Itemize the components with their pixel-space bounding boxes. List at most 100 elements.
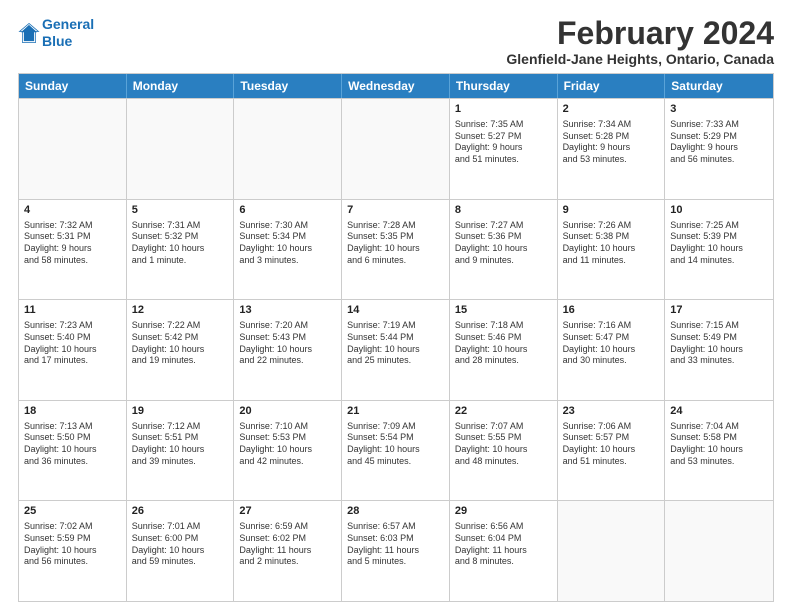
cal-cell-r1-c5: 1 Sunrise: 7:35 AM Sunset: 5:27 PM Daylig… xyxy=(450,99,558,199)
cal-cell-r3-c3: 13Sunrise: 7:20 AM Sunset: 5:43 PM Dayli… xyxy=(234,300,342,400)
cell-text: Sunrise: 7:19 AM Sunset: 5:44 PM Dayligh… xyxy=(347,320,444,367)
cell-text: Sunrise: 7:18 AM Sunset: 5:46 PM Dayligh… xyxy=(455,320,552,367)
cell-text: Sunrise: 7:31 AM Sunset: 5:32 PM Dayligh… xyxy=(132,220,229,267)
location-title: Glenfield-Jane Heights, Ontario, Canada xyxy=(506,51,774,67)
cal-cell-r3-c2: 12 Sunrise: 7:22 AM Sunset: 5:42 PM Dayli… xyxy=(127,300,235,400)
cell-text: Sunrise: 7:25 AM Sunset: 5:39 PM Dayligh… xyxy=(670,220,768,267)
cal-cell-r3-c5: 15Sunrise: 7:18 AM Sunset: 5:46 PM Dayli… xyxy=(450,300,558,400)
cal-cell-r4-c4: 21 Sunrise: 7:09 AM Sunset: 5:54 PM Dayli… xyxy=(342,401,450,501)
day-number: 6 xyxy=(239,203,336,218)
logo-line2: Blue xyxy=(42,33,72,49)
cal-cell-r1-c2 xyxy=(127,99,235,199)
cal-cell-r3-c1: 11 Sunrise: 7:23 AM Sunset: 5:40 PM Dayli… xyxy=(19,300,127,400)
day-number: 2 xyxy=(563,102,660,117)
header-saturday: Saturday xyxy=(665,74,773,98)
logo: General Blue xyxy=(18,16,94,50)
logo-text: General Blue xyxy=(42,16,94,50)
day-number: 14 xyxy=(347,303,444,318)
day-number: 20 xyxy=(239,404,336,419)
cell-text: Sunrise: 7:10 AM Sunset: 5:53 PM Dayligh… xyxy=(239,421,336,468)
header-wednesday: Wednesday xyxy=(342,74,450,98)
cal-cell-r2-c7: 10 Sunrise: 7:25 AM Sunset: 5:39 PM Dayli… xyxy=(665,200,773,300)
cal-cell-r5-c3: 27 Sunrise: 6:59 AM Sunset: 6:02 PM Dayli… xyxy=(234,501,342,601)
day-number: 18 xyxy=(24,404,121,419)
cal-cell-r3-c7: 17 Sunrise: 7:15 AM Sunset: 5:49 PM Dayli… xyxy=(665,300,773,400)
day-number: 23 xyxy=(563,404,660,419)
cell-text: Sunrise: 7:22 AM Sunset: 5:42 PM Dayligh… xyxy=(132,320,229,367)
header-sunday: Sunday xyxy=(19,74,127,98)
cell-text: Sunrise: 6:59 AM Sunset: 6:02 PM Dayligh… xyxy=(239,521,336,568)
cell-text: Sunrise: 7:28 AM Sunset: 5:35 PM Dayligh… xyxy=(347,220,444,267)
cell-text: Sunrise: 7:15 AM Sunset: 5:49 PM Dayligh… xyxy=(670,320,768,367)
cell-text: Sunrise: 6:56 AM Sunset: 6:04 PM Dayligh… xyxy=(455,521,552,568)
cell-text: Sunrise: 7:04 AM Sunset: 5:58 PM Dayligh… xyxy=(670,421,768,468)
cal-cell-r2-c1: 4Sunrise: 7:32 AM Sunset: 5:31 PM Daylig… xyxy=(19,200,127,300)
day-number: 19 xyxy=(132,404,229,419)
cal-cell-r5-c1: 25 Sunrise: 7:02 AM Sunset: 5:59 PM Dayli… xyxy=(19,501,127,601)
cal-row-3: 11 Sunrise: 7:23 AM Sunset: 5:40 PM Dayli… xyxy=(19,299,773,400)
cal-cell-r2-c4: 7 Sunrise: 7:28 AM Sunset: 5:35 PM Daylig… xyxy=(342,200,450,300)
cal-cell-r2-c6: 9Sunrise: 7:26 AM Sunset: 5:38 PM Daylig… xyxy=(558,200,666,300)
cal-cell-r2-c2: 5 Sunrise: 7:31 AM Sunset: 5:32 PM Daylig… xyxy=(127,200,235,300)
cell-text: Sunrise: 7:07 AM Sunset: 5:55 PM Dayligh… xyxy=(455,421,552,468)
cal-cell-r2-c5: 8Sunrise: 7:27 AM Sunset: 5:36 PM Daylig… xyxy=(450,200,558,300)
cal-cell-r5-c6 xyxy=(558,501,666,601)
cal-row-2: 4Sunrise: 7:32 AM Sunset: 5:31 PM Daylig… xyxy=(19,199,773,300)
cell-text: Sunrise: 7:16 AM Sunset: 5:47 PM Dayligh… xyxy=(563,320,660,367)
day-number: 9 xyxy=(563,203,660,218)
cal-cell-r1-c4 xyxy=(342,99,450,199)
day-number: 7 xyxy=(347,203,444,218)
cell-text: Sunrise: 7:06 AM Sunset: 5:57 PM Dayligh… xyxy=(563,421,660,468)
cal-cell-r4-c2: 19 Sunrise: 7:12 AM Sunset: 5:51 PM Dayli… xyxy=(127,401,235,501)
day-number: 3 xyxy=(670,102,768,117)
day-number: 26 xyxy=(132,504,229,519)
cell-text: Sunrise: 7:35 AM Sunset: 5:27 PM Dayligh… xyxy=(455,119,552,166)
cal-cell-r4-c3: 20 Sunrise: 7:10 AM Sunset: 5:53 PM Dayli… xyxy=(234,401,342,501)
cal-cell-r4-c7: 24 Sunrise: 7:04 AM Sunset: 5:58 PM Dayli… xyxy=(665,401,773,501)
cal-row-5: 25 Sunrise: 7:02 AM Sunset: 5:59 PM Dayli… xyxy=(19,500,773,601)
header-monday: Monday xyxy=(127,74,235,98)
day-number: 11 xyxy=(24,303,121,318)
cal-cell-r5-c7 xyxy=(665,501,773,601)
header: General Blue February 2024 Glenfield-Jan… xyxy=(18,16,774,67)
cell-text: Sunrise: 7:34 AM Sunset: 5:28 PM Dayligh… xyxy=(563,119,660,166)
cell-text: Sunrise: 7:20 AM Sunset: 5:43 PM Dayligh… xyxy=(239,320,336,367)
cal-cell-r1-c3 xyxy=(234,99,342,199)
day-number: 17 xyxy=(670,303,768,318)
day-number: 28 xyxy=(347,504,444,519)
day-number: 12 xyxy=(132,303,229,318)
cell-text: Sunrise: 6:57 AM Sunset: 6:03 PM Dayligh… xyxy=(347,521,444,568)
cell-text: Sunrise: 7:30 AM Sunset: 5:34 PM Dayligh… xyxy=(239,220,336,267)
calendar-header: Sunday Monday Tuesday Wednesday Thursday… xyxy=(19,74,773,98)
day-number: 1 xyxy=(455,102,552,117)
cal-cell-r1-c1 xyxy=(19,99,127,199)
cal-cell-r4-c6: 23 Sunrise: 7:06 AM Sunset: 5:57 PM Dayli… xyxy=(558,401,666,501)
header-tuesday: Tuesday xyxy=(234,74,342,98)
cal-cell-r1-c7: 3 Sunrise: 7:33 AM Sunset: 5:29 PM Daylig… xyxy=(665,99,773,199)
calendar: Sunday Monday Tuesday Wednesday Thursday… xyxy=(18,73,774,602)
cell-text: Sunrise: 7:12 AM Sunset: 5:51 PM Dayligh… xyxy=(132,421,229,468)
day-number: 10 xyxy=(670,203,768,218)
cell-text: Sunrise: 7:23 AM Sunset: 5:40 PM Dayligh… xyxy=(24,320,121,367)
day-number: 22 xyxy=(455,404,552,419)
cal-cell-r3-c4: 14 Sunrise: 7:19 AM Sunset: 5:44 PM Dayli… xyxy=(342,300,450,400)
cell-text: Sunrise: 7:02 AM Sunset: 5:59 PM Dayligh… xyxy=(24,521,121,568)
logo-line1: General xyxy=(42,16,94,32)
cal-cell-r5-c2: 26Sunrise: 7:01 AM Sunset: 6:00 PM Dayli… xyxy=(127,501,235,601)
logo-icon xyxy=(18,22,40,44)
cal-cell-r4-c5: 22 Sunrise: 7:07 AM Sunset: 5:55 PM Dayli… xyxy=(450,401,558,501)
cal-row-1: 1 Sunrise: 7:35 AM Sunset: 5:27 PM Daylig… xyxy=(19,98,773,199)
cell-text: Sunrise: 7:09 AM Sunset: 5:54 PM Dayligh… xyxy=(347,421,444,468)
cal-cell-r2-c3: 6 Sunrise: 7:30 AM Sunset: 5:34 PM Daylig… xyxy=(234,200,342,300)
day-number: 24 xyxy=(670,404,768,419)
day-number: 27 xyxy=(239,504,336,519)
day-number: 5 xyxy=(132,203,229,218)
header-thursday: Thursday xyxy=(450,74,558,98)
day-number: 21 xyxy=(347,404,444,419)
cell-text: Sunrise: 7:33 AM Sunset: 5:29 PM Dayligh… xyxy=(670,119,768,166)
cell-text: Sunrise: 7:32 AM Sunset: 5:31 PM Dayligh… xyxy=(24,220,121,267)
cal-cell-r3-c6: 16 Sunrise: 7:16 AM Sunset: 5:47 PM Dayli… xyxy=(558,300,666,400)
day-number: 25 xyxy=(24,504,121,519)
month-title: February 2024 xyxy=(506,16,774,51)
day-number: 16 xyxy=(563,303,660,318)
